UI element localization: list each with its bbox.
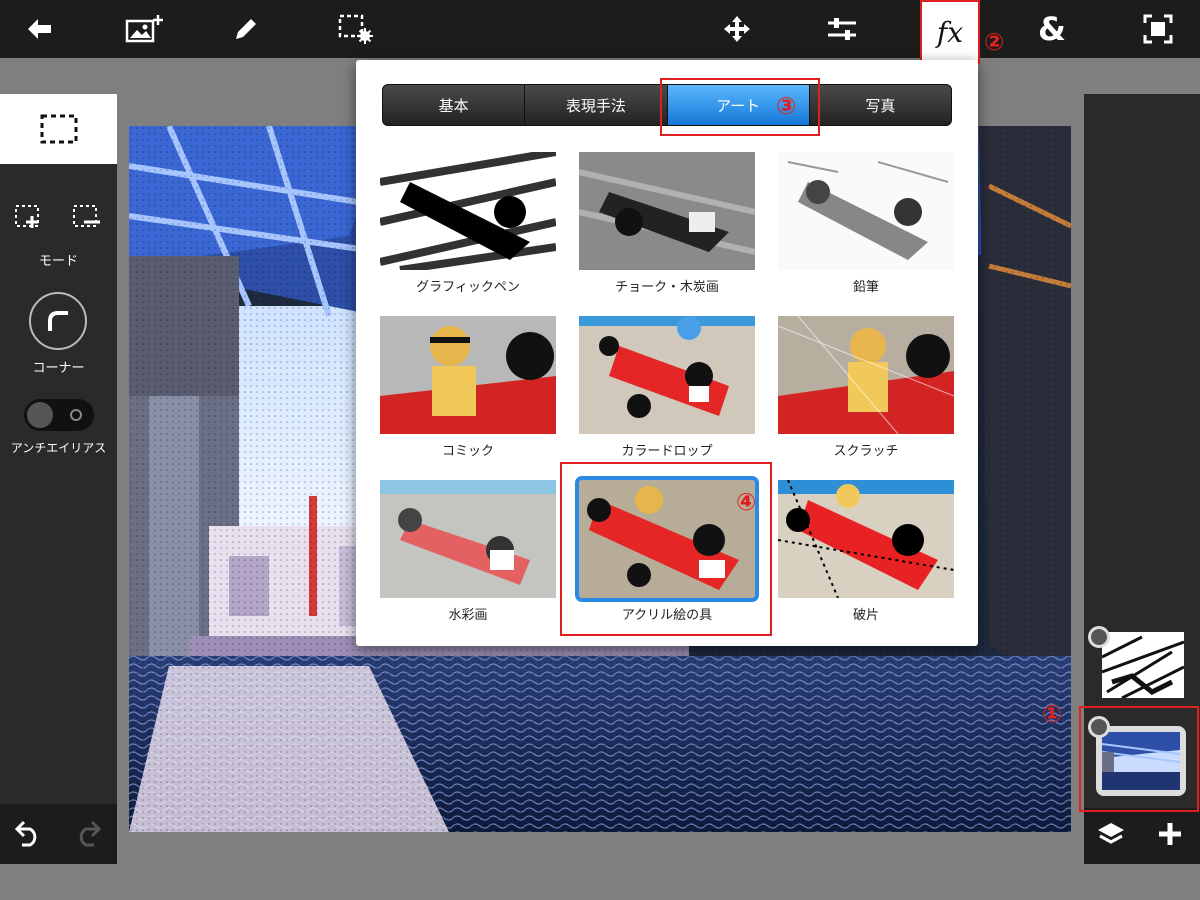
add-selection-button[interactable] — [14, 202, 44, 234]
corner-icon — [48, 311, 68, 331]
layers-icon — [1098, 823, 1124, 844]
tab-expression[interactable]: 表現手法 — [525, 85, 668, 125]
corner-label: コーナー — [32, 361, 85, 376]
redo-icon — [79, 820, 102, 847]
layers-button[interactable] — [1096, 820, 1126, 854]
effect-graphic-pen[interactable]: グラフィックペン — [380, 152, 556, 295]
selection-settings-button[interactable] — [326, 0, 386, 58]
sliders-icon — [828, 18, 856, 40]
layer-visibility-dot[interactable] — [1088, 626, 1110, 648]
pencil-icon — [236, 19, 256, 39]
ampersand-icon: & — [1038, 10, 1066, 48]
sketch-layer-preview — [1102, 635, 1184, 698]
annotation-box-layer — [1079, 706, 1199, 812]
tab-basic[interactable]: 基本 — [383, 85, 526, 125]
add-image-button[interactable] — [115, 0, 175, 58]
callout-3: ③ — [776, 92, 797, 120]
effect-thumbnail — [380, 152, 556, 270]
callout-1: ① — [1042, 700, 1063, 728]
effect-chalk[interactable]: チョーク・木炭画 — [579, 152, 755, 295]
top-toolbar: fx & — [0, 0, 1200, 64]
effect-thumbnail — [778, 480, 954, 598]
rect-select-tool[interactable] — [0, 94, 117, 164]
effect-label: 破片 — [852, 608, 879, 623]
selection-gear-icon — [338, 14, 373, 44]
blend-button[interactable]: & — [1022, 0, 1082, 58]
antialias-label: アンチエイリアス — [10, 441, 107, 455]
effect-fragments[interactable]: 破片 — [778, 480, 954, 623]
effect-label: 水彩画 — [448, 608, 488, 623]
effect-label: グラフィックペン — [416, 280, 520, 295]
effect-thumbnail — [380, 480, 556, 598]
selection-subtract-icon — [73, 205, 100, 227]
add-layer-button[interactable] — [1156, 820, 1184, 852]
move-arrows-icon — [724, 16, 750, 42]
image-plus-icon — [125, 15, 163, 43]
antialias-toggle[interactable] — [24, 399, 94, 431]
effect-label: チョーク・木炭画 — [615, 280, 719, 295]
plus-icon — [1159, 823, 1181, 845]
fit-screen-icon — [1143, 14, 1173, 44]
move-button[interactable] — [707, 0, 767, 58]
callout-2: ② — [984, 28, 1005, 56]
effect-comic[interactable]: コミック — [380, 316, 556, 459]
layers-bottom-bar — [1084, 808, 1200, 864]
effect-thumbnail — [380, 316, 556, 434]
effect-watercolor[interactable]: 水彩画 — [380, 480, 556, 623]
mode-label: モード — [38, 254, 78, 269]
tab-photo[interactable]: 写真 — [810, 85, 951, 125]
effect-label: スクラッチ — [833, 444, 899, 459]
layer-thumb-sketch[interactable] — [1102, 632, 1184, 698]
toggle-off-indicator — [70, 409, 82, 421]
effect-thumbnail — [579, 152, 755, 270]
effect-scratch[interactable]: スクラッチ — [778, 316, 954, 459]
pencil-button[interactable] — [216, 0, 276, 58]
toggle-knob — [27, 402, 53, 428]
effect-thumbnail — [579, 316, 755, 434]
effect-label: カラードロップ — [621, 444, 713, 459]
undo-icon — [14, 820, 37, 847]
effect-label: 鉛筆 — [852, 280, 879, 295]
effect-pencil[interactable]: 鉛筆 — [778, 152, 954, 295]
undo-button[interactable] — [14, 818, 44, 852]
corner-button[interactable] — [29, 292, 87, 350]
fx-icon: fx — [936, 15, 964, 49]
effect-label: コミック — [441, 444, 494, 459]
effect-thumbnail — [778, 316, 954, 434]
back-button[interactable] — [10, 0, 70, 58]
undo-redo-bar — [0, 804, 117, 864]
left-tool-panel: モード コーナー アンチエイリアス — [0, 94, 117, 864]
callout-4: ④ — [736, 488, 757, 516]
effect-thumbnail — [778, 152, 954, 270]
redo-button[interactable] — [72, 818, 102, 852]
marquee-icon — [40, 114, 77, 144]
fit-screen-button[interactable] — [1128, 0, 1188, 58]
selection-add-icon — [15, 205, 39, 228]
effects-button[interactable]: fx — [920, 0, 980, 64]
subtract-selection-button[interactable] — [72, 202, 102, 234]
adjustments-button[interactable] — [812, 0, 872, 58]
effect-color-drop[interactable]: カラードロップ — [579, 316, 755, 459]
arrow-left-icon — [28, 19, 51, 39]
